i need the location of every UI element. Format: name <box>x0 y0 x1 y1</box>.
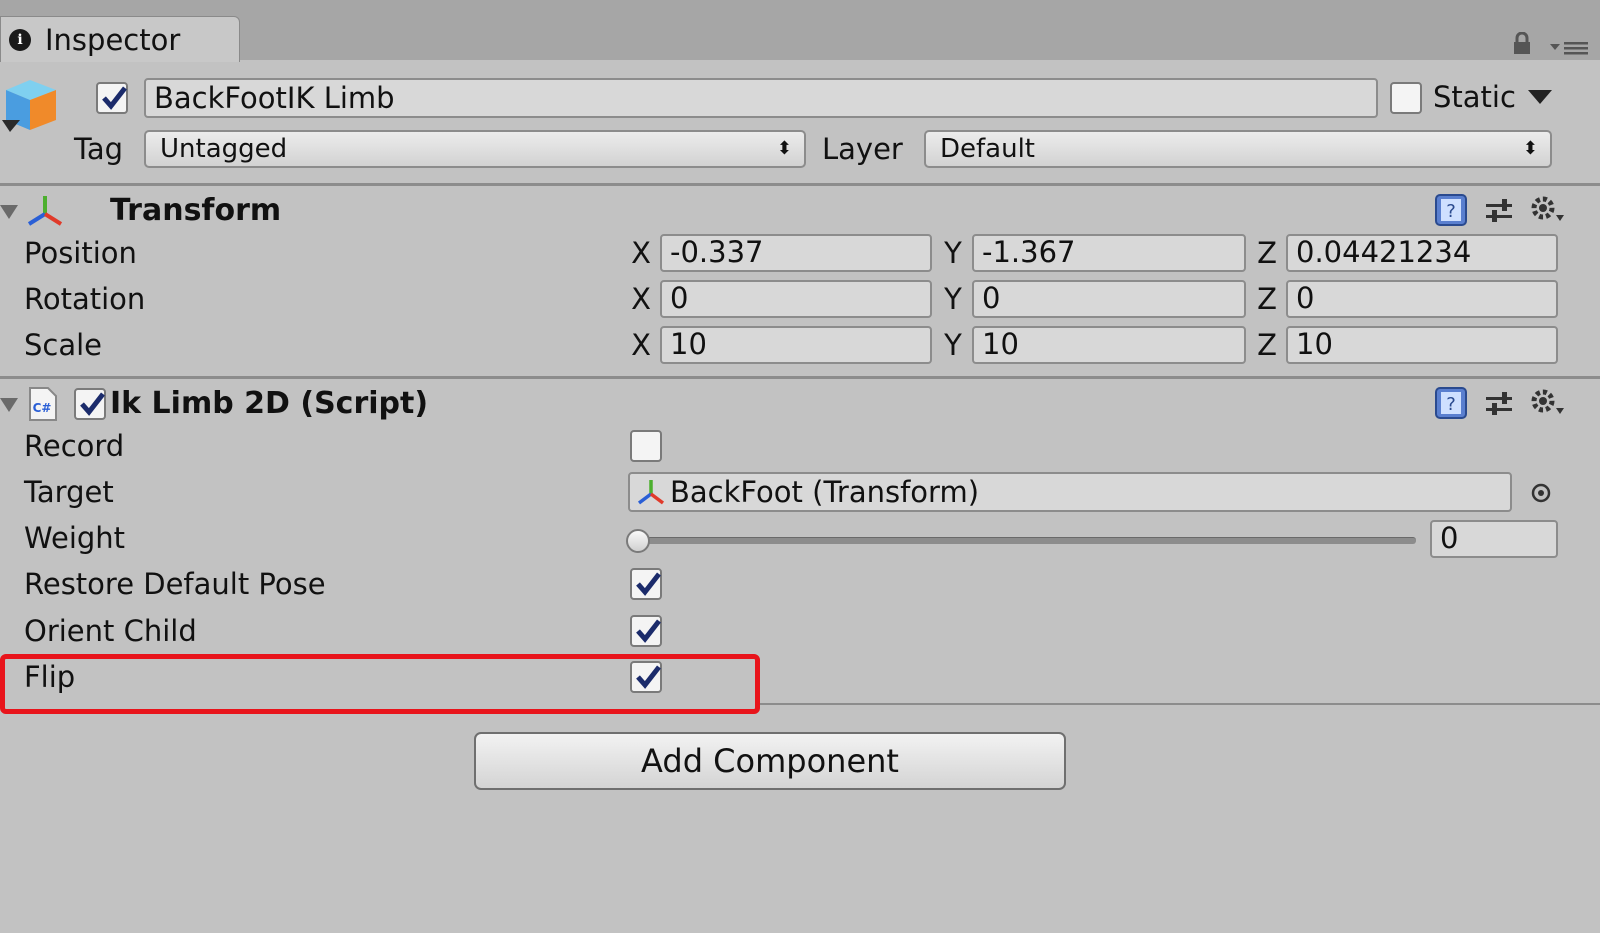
updown-icon: ⬍ <box>1522 138 1538 159</box>
axis-z-label: Z <box>1257 236 1277 270</box>
tab-label: Inspector <box>45 23 181 57</box>
add-component-button[interactable]: Add Component <box>474 732 1066 790</box>
axis-z-label: Z <box>1257 328 1277 362</box>
svg-text:?: ? <box>1446 394 1456 415</box>
svg-text:C#: C# <box>33 401 52 415</box>
object-name-field[interactable]: BackFootIK Limb <box>144 78 1378 118</box>
scale-y-field[interactable]: 10 <box>972 326 1246 364</box>
target-label: Target <box>24 475 114 509</box>
scale-label: Scale <box>24 328 103 362</box>
target-value: BackFoot (Transform) <box>670 475 980 509</box>
weight-slider-track[interactable] <box>634 537 1416 544</box>
position-z-field[interactable]: 0.04421234 <box>1286 234 1558 272</box>
foldout-arrow-icon[interactable] <box>0 398 18 412</box>
position-x-field[interactable]: -0.337 <box>660 234 932 272</box>
object-picker-icon[interactable] <box>1530 482 1552 508</box>
axis-y-label: Y <box>944 282 962 316</box>
axis-y-label: Y <box>944 236 962 270</box>
weight-field[interactable]: 0 <box>1430 520 1558 558</box>
divider <box>0 376 1600 379</box>
gear-icon[interactable] <box>1528 193 1566 231</box>
gameobject-icon <box>0 76 60 134</box>
static-checkbox[interactable] <box>1390 82 1422 114</box>
transform-icon <box>26 194 64 232</box>
layer-dropdown[interactable]: Default ⬍ <box>924 130 1552 168</box>
lock-icon[interactable] <box>1512 31 1532 54</box>
updown-icon: ⬍ <box>776 138 792 159</box>
static-dropdown-icon[interactable] <box>1528 90 1552 110</box>
tab-inspector[interactable]: i Inspector <box>0 16 240 62</box>
info-icon: i <box>9 29 31 51</box>
axis-y-label: Y <box>944 328 962 362</box>
axis-x-label: X <box>631 236 651 270</box>
weight-label: Weight <box>24 521 126 555</box>
rotation-label: Rotation <box>24 282 146 316</box>
transform-title: Transform <box>110 193 282 228</box>
foldout-arrow-icon[interactable] <box>0 205 18 219</box>
rotation-y-field[interactable]: 0 <box>972 280 1246 318</box>
record-checkbox[interactable] <box>630 430 662 462</box>
divider <box>760 703 1600 705</box>
scale-x-field[interactable]: 10 <box>660 326 932 364</box>
help-icon[interactable]: ? <box>1434 193 1468 227</box>
ik-limb-title: Ik Limb 2D (Script) <box>110 386 429 421</box>
record-label: Record <box>24 429 125 463</box>
orient-child-checkbox[interactable] <box>630 615 662 647</box>
restore-default-pose-label: Restore Default Pose <box>24 567 326 601</box>
active-checkbox[interactable] <box>96 82 128 114</box>
layer-label: Layer <box>822 132 903 166</box>
help-icon[interactable]: ? <box>1434 386 1468 420</box>
tab-bar <box>0 0 1600 60</box>
csharp-script-icon: C# <box>28 386 58 426</box>
static-label: Static <box>1433 80 1516 114</box>
tag-value: Untagged <box>160 134 288 164</box>
tag-dropdown[interactable]: Untagged ⬍ <box>144 130 806 168</box>
orient-child-label: Orient Child <box>24 614 197 648</box>
flip-highlight-box <box>0 654 760 714</box>
menu-icon[interactable] <box>1550 40 1590 55</box>
preset-icon[interactable] <box>1484 196 1514 230</box>
restore-default-pose-checkbox[interactable] <box>630 568 662 600</box>
axis-x-label: X <box>631 328 651 362</box>
position-label: Position <box>24 236 137 270</box>
rotation-z-field[interactable]: 0 <box>1286 280 1558 318</box>
transform-icon <box>636 478 666 510</box>
preset-icon[interactable] <box>1484 389 1514 423</box>
axis-x-label: X <box>631 282 651 316</box>
gear-icon[interactable] <box>1528 386 1566 424</box>
ik-enabled-checkbox[interactable] <box>74 388 106 420</box>
scale-z-field[interactable]: 10 <box>1286 326 1558 364</box>
position-y-field[interactable]: -1.367 <box>972 234 1246 272</box>
rotation-x-field[interactable]: 0 <box>660 280 932 318</box>
layer-value: Default <box>940 134 1035 164</box>
axis-z-label: Z <box>1257 282 1277 316</box>
target-object-field[interactable]: BackFoot (Transform) <box>628 472 1512 512</box>
svg-text:?: ? <box>1446 201 1456 222</box>
weight-slider-thumb[interactable] <box>626 529 650 553</box>
divider <box>0 183 1600 186</box>
tag-label: Tag <box>74 132 124 166</box>
